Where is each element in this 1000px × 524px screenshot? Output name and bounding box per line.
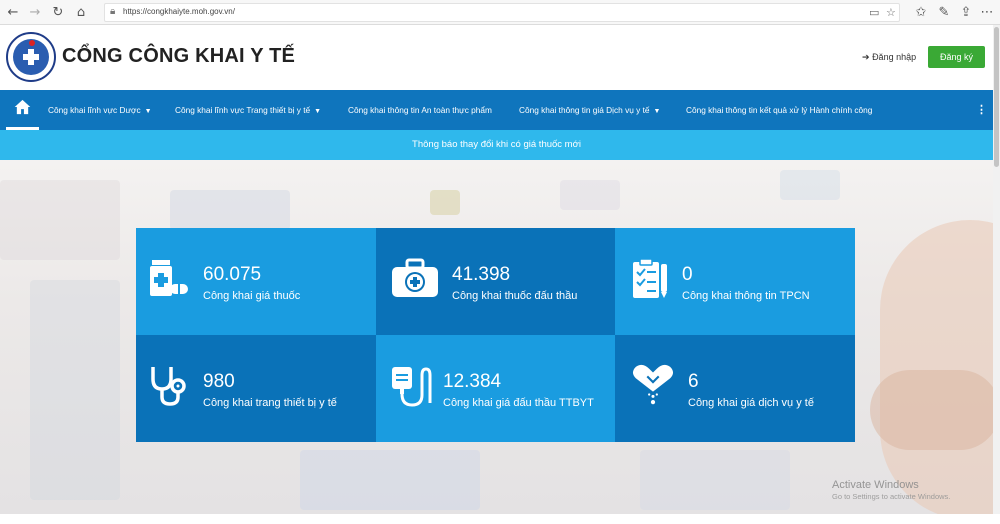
- sign-in-icon: ➔: [862, 53, 870, 63]
- main-navbar: Công khai lĩnh vực Dược ▼ Công khai lĩnh …: [0, 90, 993, 130]
- url-text: https://congkhaiyte.moh.gov.vn/: [123, 7, 235, 16]
- page-bottom: [0, 514, 1000, 524]
- stat-value: 41.398: [452, 264, 511, 285]
- ministry-logo[interactable]: [6, 32, 56, 82]
- nav-home[interactable]: [6, 90, 39, 130]
- share-icon[interactable]: ⇪: [957, 4, 975, 22]
- register-button[interactable]: Đăng ký: [928, 46, 985, 68]
- heart-hands-icon: [632, 364, 674, 405]
- medicine-icon: [150, 260, 188, 296]
- stat-tile-drug-price[interactable]: 60.075 Công khai giá thuốc: [136, 228, 376, 335]
- nav-item-ttbyt[interactable]: Công khai lĩnh vực Trang thiết bị y tế ▼: [175, 90, 321, 130]
- page-scrollbar[interactable]: [993, 25, 1000, 514]
- reading-view-icon[interactable]: ▭: [869, 6, 879, 19]
- forward-icon[interactable]: →: [26, 4, 44, 22]
- login-link[interactable]: ➔ Đăng nhập: [862, 52, 916, 63]
- site-title[interactable]: CỔNG CÔNG KHAI Y TẾ: [62, 45, 295, 68]
- stat-tile-equipment[interactable]: 980 Công khai trang thiết bị y tế: [136, 335, 376, 442]
- scrollbar-thumb[interactable]: [994, 27, 999, 167]
- back-icon[interactable]: ←: [4, 4, 22, 22]
- stat-label: Công khai giá đấu thầu TTBYT: [443, 397, 594, 409]
- stat-value: 6: [688, 371, 699, 392]
- lock-icon: 🔒︎: [110, 6, 116, 17]
- nav-item-duoc[interactable]: Công khai lĩnh vực Dược ▼: [48, 90, 152, 130]
- chevron-down-icon: ▼: [144, 108, 152, 115]
- activate-windows-title: Activate Windows: [832, 479, 919, 491]
- iv-drip-icon: [392, 367, 432, 407]
- home-icon: [14, 99, 31, 115]
- nav-more-icon[interactable]: ⋮: [976, 90, 987, 130]
- stat-value: 60.075: [203, 264, 262, 285]
- medical-kit-icon: [392, 258, 438, 297]
- stat-value: 980: [203, 371, 235, 392]
- favorite-star-icon[interactable]: ☆: [886, 6, 896, 19]
- stat-tile-equipment-tender[interactable]: 12.384 Công khai giá đấu thầu TTBYT: [376, 335, 616, 442]
- favorites-icon[interactable]: ✩: [912, 4, 930, 22]
- stat-tile-service-price[interactable]: 6 Công khai giá dịch vụ y tế: [615, 335, 855, 442]
- browser-toolbar: ← → ↻ ⌂ 🔒︎ https://congkhaiyte.moh.gov.v…: [0, 0, 1000, 25]
- chevron-down-icon: ▼: [314, 108, 322, 115]
- stat-value: 12.384: [443, 371, 502, 392]
- nav-item-dvyt[interactable]: Công khai thông tin giá Dịch vụ y tế ▼: [519, 90, 660, 130]
- more-menu-icon[interactable]: ⋯: [978, 4, 996, 22]
- stat-label: Công khai thông tin TPCN: [682, 290, 810, 302]
- stat-label: Công khai thuốc đấu thầu: [452, 290, 578, 302]
- activate-windows-subtitle: Go to Settings to activate Windows.: [832, 492, 951, 501]
- stat-label: Công khai giá thuốc: [203, 290, 301, 302]
- stat-tile-drug-tender[interactable]: 41.398 Công khai thuốc đấu thầu: [376, 228, 616, 335]
- nav-item-hcc[interactable]: Công khai thông tin kết quả xử lý Hành c…: [686, 90, 872, 130]
- statistics-grid: 60.075 Công khai giá thuốc 41.398 Công k…: [136, 228, 855, 442]
- notice-banner[interactable]: Thông báo thay đổi khi có giá thuốc mới: [0, 130, 993, 160]
- login-label: Đăng nhập: [872, 52, 917, 62]
- stat-value: 0: [682, 264, 693, 285]
- site-header: CỔNG CÔNG KHAI Y TẾ ➔ Đăng nhập Đăng ký: [0, 25, 1000, 90]
- stat-label: Công khai trang thiết bị y tế: [203, 397, 337, 409]
- nav-item-attp[interactable]: Công khai thông tin An toàn thực phẩm: [348, 90, 492, 130]
- stethoscope-icon: [151, 367, 186, 406]
- home-browser-icon[interactable]: ⌂: [72, 4, 90, 22]
- stat-label: Công khai giá dịch vụ y tế: [688, 397, 814, 409]
- refresh-icon[interactable]: ↻: [49, 4, 67, 22]
- logo-emblem-icon: [13, 39, 49, 75]
- chevron-down-icon: ▼: [653, 108, 661, 115]
- stat-tile-tpcn[interactable]: 0 Công khai thông tin TPCN: [615, 228, 855, 335]
- address-bar[interactable]: 🔒︎ https://congkhaiyte.moh.gov.vn/ ▭ ☆: [104, 3, 900, 22]
- pen-icon[interactable]: ✎: [935, 4, 953, 22]
- clipboard-icon: [633, 258, 667, 298]
